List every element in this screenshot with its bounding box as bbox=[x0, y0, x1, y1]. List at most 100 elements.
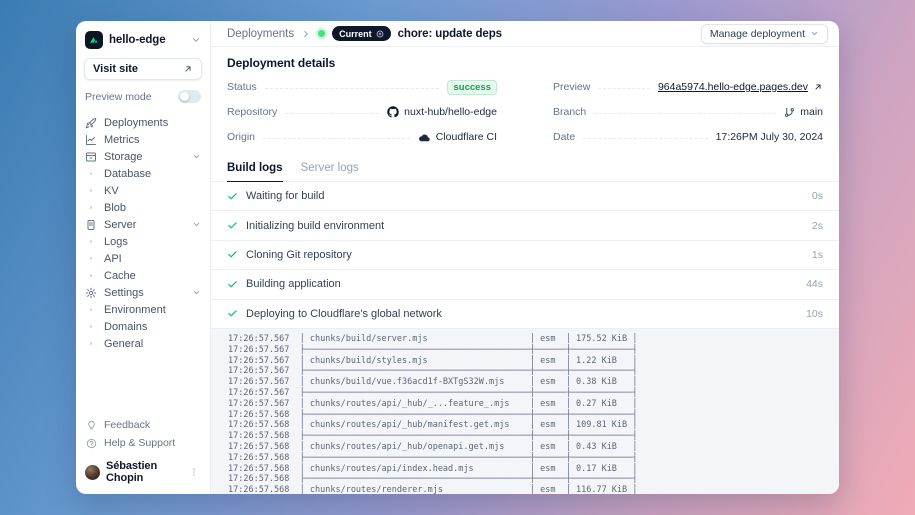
deployment-date: 17:26PM July 30, 2024 bbox=[716, 131, 823, 143]
live-status-dot bbox=[318, 30, 325, 37]
sidebar-item-environment[interactable]: Environment bbox=[84, 301, 202, 318]
step-duration: 0s bbox=[812, 190, 823, 202]
lightbulb-icon bbox=[85, 419, 97, 431]
leader-line bbox=[594, 113, 776, 114]
step-label: Deploying to Cloudflare's global network bbox=[246, 308, 442, 320]
chevron-right-icon bbox=[301, 29, 311, 39]
server-icon bbox=[85, 219, 97, 231]
chevron-down-icon bbox=[192, 220, 201, 229]
chevron-down-icon bbox=[191, 35, 201, 45]
sidebar-item-server[interactable]: Server bbox=[84, 216, 202, 233]
manage-deployment-button[interactable]: Manage deployment bbox=[701, 24, 828, 44]
sidebar-item-logs[interactable]: Logs bbox=[84, 233, 202, 250]
help-support-label: Help & Support bbox=[104, 437, 175, 449]
bullet-icon bbox=[85, 257, 97, 260]
detail-row-branch: Branch main bbox=[553, 104, 823, 120]
gear-icon bbox=[85, 287, 97, 299]
sidebar-item-general[interactable]: General bbox=[84, 335, 202, 352]
chevron-down-icon bbox=[810, 29, 819, 38]
sidebar-item-label: Blob bbox=[104, 202, 126, 214]
feedback-button[interactable]: Feedback bbox=[84, 416, 202, 434]
build-step-row[interactable]: Deploying to Cloudflare's global network… bbox=[211, 300, 839, 329]
repository-name[interactable]: nuxt-hub/hello-edge bbox=[404, 106, 497, 118]
feedback-label: Feedback bbox=[104, 419, 150, 431]
build-steps: Waiting for build 0s Initializing build … bbox=[211, 182, 839, 329]
user-menu[interactable]: Sébastien Chopin bbox=[84, 452, 202, 484]
origin-name: Cloudflare CI bbox=[436, 131, 497, 143]
step-label: Building application bbox=[246, 278, 341, 290]
sidebar-item-kv[interactable]: KV bbox=[84, 182, 202, 199]
bullet-icon bbox=[85, 274, 97, 277]
github-icon bbox=[387, 106, 399, 118]
sidebar-item-domains[interactable]: Domains bbox=[84, 318, 202, 335]
sidebar-item-label: Cache bbox=[104, 270, 136, 282]
sidebar-item-label: Deployments bbox=[104, 117, 168, 129]
preview-url-link[interactable]: 964a5974.hello-edge.pages.dev bbox=[658, 81, 808, 93]
build-step-row[interactable]: Initializing build environment 2s bbox=[211, 211, 839, 240]
storage-icon bbox=[85, 151, 97, 163]
bullet-icon bbox=[85, 206, 97, 209]
preview-mode-label: Preview mode bbox=[85, 91, 152, 103]
sidebar-item-label: Logs bbox=[104, 236, 128, 248]
sidebar-item-metrics[interactable]: Metrics bbox=[84, 131, 202, 148]
deployment-header: Deployments Current chore: update deps M… bbox=[211, 21, 839, 47]
branch-name[interactable]: main bbox=[800, 106, 823, 118]
step-duration: 1s bbox=[812, 249, 823, 261]
user-name: Sébastien Chopin bbox=[106, 460, 181, 484]
step-label: Cloning Git repository bbox=[246, 249, 352, 261]
manage-deployment-label: Manage deployment bbox=[710, 28, 805, 40]
cloud-icon bbox=[418, 131, 431, 144]
preview-mode-row: Preview mode bbox=[84, 89, 202, 114]
sidebar-item-storage[interactable]: Storage bbox=[84, 148, 202, 165]
build-step-row[interactable]: Cloning Git repository 1s bbox=[211, 241, 839, 270]
sidebar-footer: Feedback Help & Support Sébastien Chopin bbox=[84, 416, 202, 484]
detail-row-date: Date 17:26PM July 30, 2024 bbox=[553, 129, 823, 145]
build-step-row[interactable]: Waiting for build 0s bbox=[211, 182, 839, 211]
build-step-row[interactable]: Building application 44s bbox=[211, 270, 839, 299]
desktop-background: hello-edge Visit site Preview mode bbox=[0, 0, 915, 515]
sidebar-item-label: Database bbox=[104, 168, 151, 180]
sidebar-item-label: Domains bbox=[104, 321, 147, 333]
sidebar-item-label: Environment bbox=[104, 304, 166, 316]
external-link-icon[interactable] bbox=[813, 82, 823, 92]
tab-server-logs[interactable]: Server logs bbox=[301, 162, 359, 182]
workspace-switcher[interactable]: hello-edge bbox=[84, 29, 202, 58]
help-support-button[interactable]: Help & Support bbox=[84, 434, 202, 452]
sidebar-item-settings[interactable]: Settings bbox=[84, 284, 202, 301]
section-title: Deployment details bbox=[227, 56, 823, 70]
chevron-down-icon bbox=[192, 288, 201, 297]
chevron-down-icon bbox=[192, 152, 201, 161]
preview-mode-toggle[interactable] bbox=[178, 90, 201, 103]
sidebar-item-cache[interactable]: Cache bbox=[84, 267, 202, 284]
sidebar-item-deployments[interactable]: Deployments bbox=[84, 114, 202, 131]
sidebar-item-label: Settings bbox=[104, 287, 144, 299]
git-branch-icon bbox=[784, 107, 795, 118]
breadcrumb[interactable]: Deployments bbox=[227, 28, 294, 40]
workspace-name: hello-edge bbox=[109, 34, 185, 46]
sidebar-item-blob[interactable]: Blob bbox=[84, 199, 202, 216]
step-duration: 2s bbox=[812, 220, 823, 232]
bullet-icon bbox=[85, 172, 97, 175]
circle-x-icon bbox=[376, 30, 384, 38]
current-badge-label: Current bbox=[339, 29, 372, 39]
sidebar-item-api[interactable]: API bbox=[84, 250, 202, 267]
check-icon bbox=[227, 279, 238, 290]
main-panel: Deployments Current chore: update deps M… bbox=[210, 21, 839, 494]
detail-row-origin: Origin Cloudflare CI bbox=[227, 129, 497, 145]
build-log-viewer[interactable]: 17:26:57.567 │ chunks/build/server.mjs │… bbox=[211, 329, 839, 494]
leader-line bbox=[263, 138, 410, 139]
sidebar-nav: Deployments Metrics Storage bbox=[84, 114, 202, 352]
kebab-menu-icon[interactable] bbox=[187, 467, 201, 477]
chart-icon bbox=[85, 134, 97, 146]
visit-site-button[interactable]: Visit site bbox=[84, 58, 202, 80]
sidebar-item-label: Metrics bbox=[104, 134, 139, 146]
check-icon bbox=[227, 191, 238, 202]
avatar bbox=[85, 465, 100, 480]
sidebar-item-database[interactable]: Database bbox=[84, 165, 202, 182]
leader-line bbox=[285, 113, 379, 114]
tab-build-logs[interactable]: Build logs bbox=[227, 162, 283, 182]
current-badge[interactable]: Current bbox=[332, 26, 391, 41]
step-label: Waiting for build bbox=[246, 190, 324, 202]
bullet-icon bbox=[85, 189, 97, 192]
details-grid: Status success Preview 964a5974.hello-ed… bbox=[227, 79, 823, 145]
